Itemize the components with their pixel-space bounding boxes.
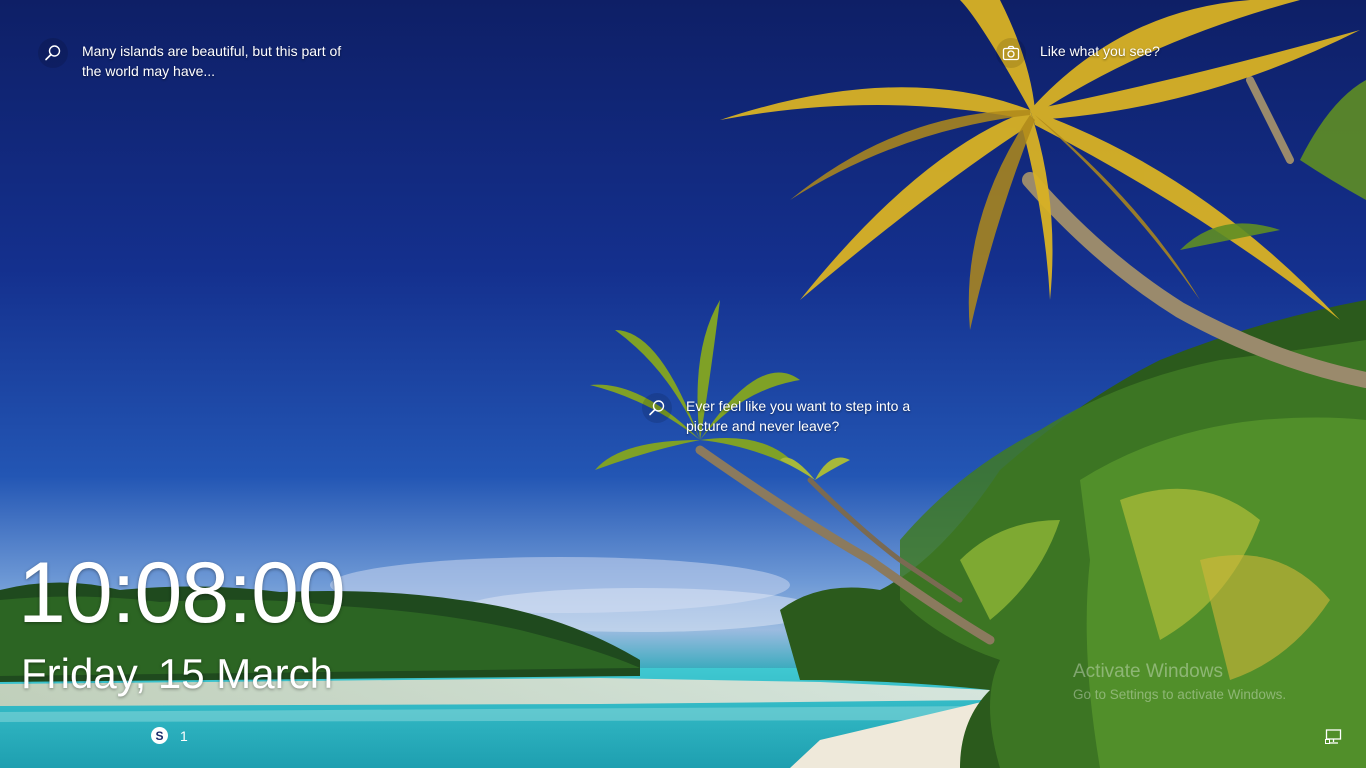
- search-icon: [38, 38, 68, 68]
- lock-screen-time: 10:08:00: [18, 545, 346, 641]
- lock-screen-date: Friday, 15 March: [21, 650, 333, 697]
- camera-icon: [996, 38, 1026, 68]
- watermark-title: Activate Windows: [1073, 661, 1223, 682]
- like-what-you-see-button[interactable]: Like what you see?: [996, 38, 1160, 68]
- network-icon[interactable]: [1325, 728, 1343, 746]
- watermark-subtitle: Go to Settings to activate Windows.: [1073, 687, 1287, 702]
- skype-notification-badge: S 1: [151, 727, 188, 744]
- spotlight-hotspot-picture[interactable]: Ever feel like you want to step into a p…: [642, 393, 936, 436]
- spotlight-hotspot-text: Ever feel like you want to step into a p…: [686, 398, 911, 434]
- lock-screen[interactable]: Many islands are beautiful, but this par…: [0, 0, 1366, 768]
- notification-count: 1: [180, 727, 188, 744]
- spotlight-hotspot-islands[interactable]: Many islands are beautiful, but this par…: [38, 38, 362, 81]
- activation-watermark: Activate Windows Go to Settings to activ…: [1073, 660, 1286, 704]
- search-icon: [642, 393, 672, 423]
- spotlight-hotspot-text: Many islands are beautiful, but this par…: [82, 43, 342, 79]
- skype-icon: S: [151, 727, 168, 744]
- like-what-you-see-label: Like what you see?: [1040, 43, 1160, 59]
